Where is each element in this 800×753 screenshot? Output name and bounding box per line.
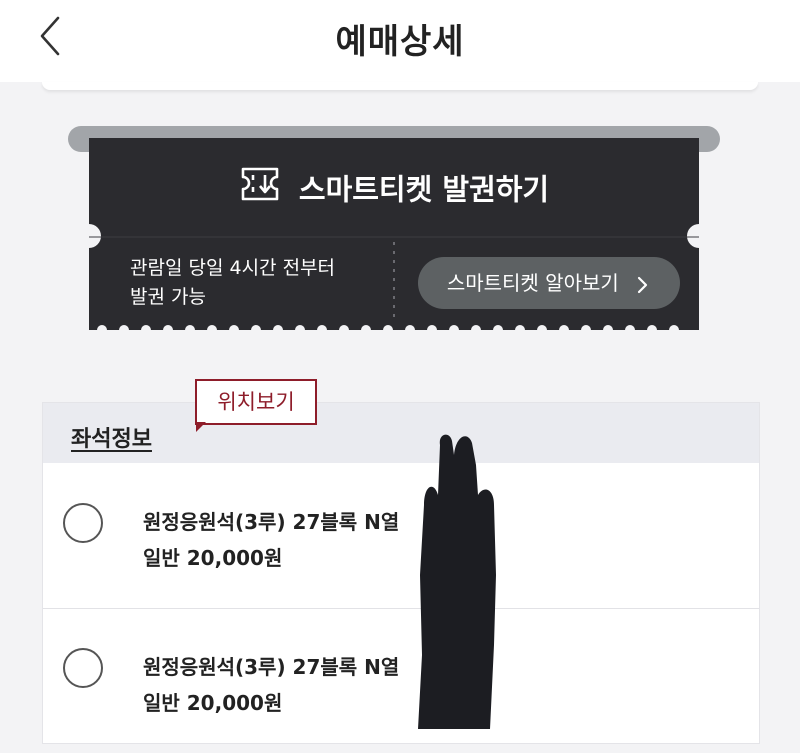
issuance-note-line1: 관람일 당일 4시간 전부터 (130, 257, 336, 279)
ticket-shape (68, 126, 720, 335)
tooltip-tail (196, 422, 206, 432)
issuance-note-line2: 발권 가능 (130, 286, 206, 308)
page-title: 예매상세 (335, 22, 465, 62)
smart-ticket-icon (239, 166, 281, 209)
seat-radio[interactable] (63, 503, 103, 543)
seat-name: 원정응원석(3루) 27블록 N열 (143, 510, 400, 534)
seat-price: 일반 20,000원 (143, 691, 283, 715)
view-location-tooltip[interactable]: 위치보기 (195, 379, 317, 425)
seat-info-card: 좌석정보 위치보기 원정응원석(3루) 27블록 N열 일반 20,000원 원… (42, 379, 760, 744)
seat-row[interactable]: 원정응원석(3루) 27블록 N열 일반 20,000원 (43, 609, 759, 753)
redaction-mark (418, 434, 496, 729)
seat-price: 일반 20,000원 (143, 546, 283, 570)
seat-info-link[interactable]: 좌석정보 (71, 421, 152, 453)
seat-radio[interactable] (63, 648, 103, 688)
seat-name: 원정응원석(3루) 27블록 N열 (143, 655, 400, 679)
seat-info-header: 좌석정보 (43, 403, 759, 463)
learn-smart-ticket-button[interactable]: 스마트티켓 알아보기 (418, 257, 680, 309)
app-header: 예매상세 (0, 0, 800, 82)
card-edge (42, 82, 758, 90)
chevron-right-icon (638, 276, 648, 293)
smart-ticket-title[interactable]: 스마트티켓 발권하기 (66, 166, 722, 209)
learn-smart-ticket-label: 스마트티켓 알아보기 (446, 271, 619, 295)
smart-ticket-title-label: 스마트티켓 발권하기 (298, 172, 550, 207)
issuance-note: 관람일 당일 4시간 전부터 발권 가능 (130, 254, 390, 312)
seat-row[interactable]: 원정응원석(3루) 27블록 N열 일반 20,000원 (43, 464, 759, 609)
smart-ticket-card[interactable]: 스마트티켓 발권하기 관람일 당일 4시간 전부터 발권 가능 스마트티켓 알아… (66, 124, 722, 354)
